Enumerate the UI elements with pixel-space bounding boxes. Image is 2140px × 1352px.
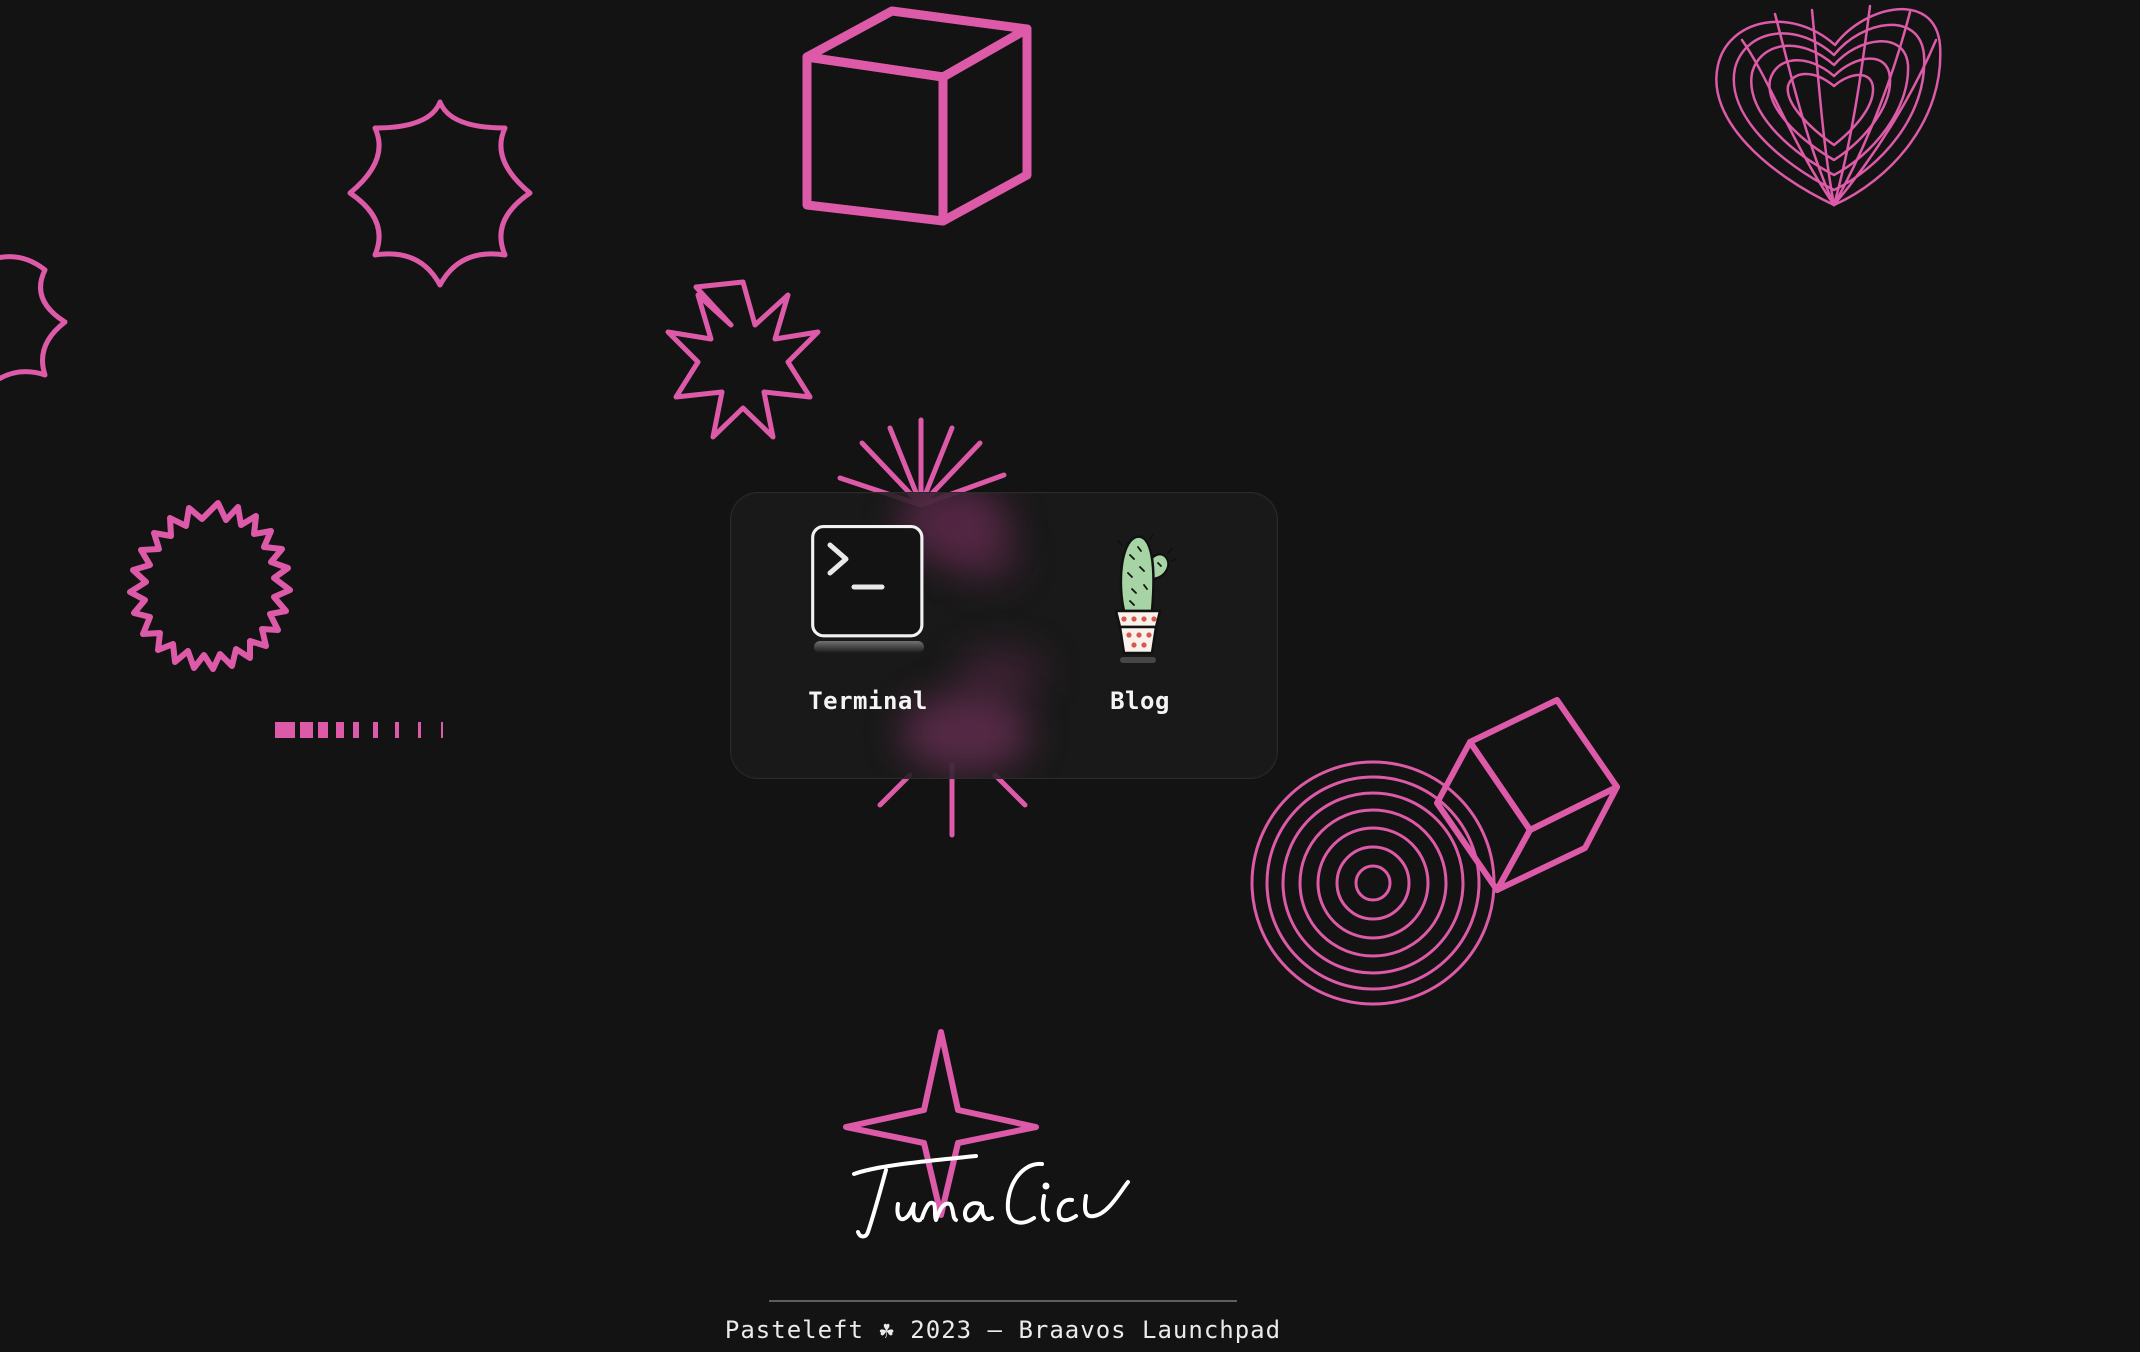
terminal-icon xyxy=(811,525,924,653)
concentric-circles-shape xyxy=(1250,760,1496,1006)
zigzag-ring-shape xyxy=(127,500,293,672)
glow-effect xyxy=(956,648,1046,698)
tilted-cube-shape xyxy=(1434,697,1620,893)
glow-effect xyxy=(951,533,1021,583)
spiky-star-shape xyxy=(665,279,821,440)
app-launcher-panel: Terminal Blog xyxy=(730,492,1278,779)
footer-divider xyxy=(769,1300,1237,1302)
cube-shape xyxy=(802,6,1032,226)
app-terminal[interactable]: Terminal xyxy=(788,525,948,725)
footer-text: Pasteleft ☘ 2023 – Braavos Launchpad xyxy=(724,1316,1282,1344)
app-label-blog: Blog xyxy=(1110,687,1170,715)
scalloped-badge-shape xyxy=(347,99,533,288)
app-label-terminal: Terminal xyxy=(808,687,928,715)
app-blog[interactable]: Blog xyxy=(1060,525,1220,725)
bar-sequence-shape xyxy=(275,722,443,738)
cactus-icon xyxy=(1114,534,1177,663)
signature-logo xyxy=(852,1154,1130,1239)
partial-badge-shape xyxy=(0,254,68,382)
wireframe-heart-shape xyxy=(1715,4,1942,207)
